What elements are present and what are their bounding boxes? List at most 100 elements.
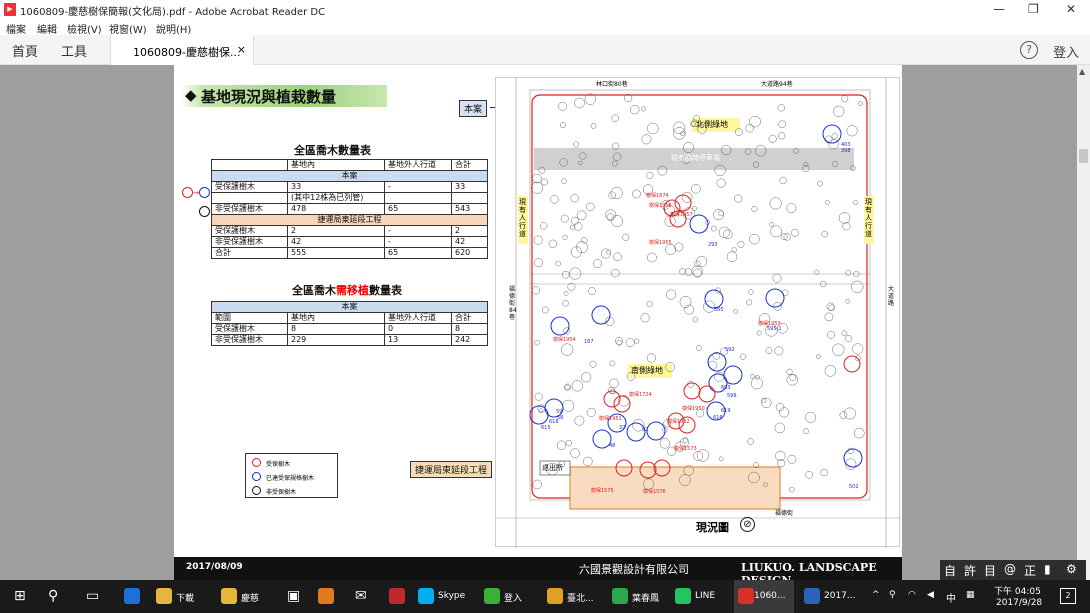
language-indicator[interactable]: 中: [946, 590, 956, 605]
table-section: 本案: [211, 301, 488, 313]
tree-symbol: [634, 338, 640, 344]
network-icon[interactable]: ⚲: [889, 590, 896, 600]
menu-view[interactable]: 檢視(V): [67, 21, 102, 36]
scroll-thumb[interactable]: [1079, 149, 1088, 163]
tree-symbol: [772, 273, 782, 283]
table-cell: 0: [384, 323, 452, 335]
protected-tree-label: 樹保1957: [670, 212, 693, 218]
ime-symbol-button[interactable]: @: [1004, 562, 1016, 576]
tree-symbol: [531, 181, 544, 194]
menu-window[interactable]: 視窗(W): [109, 21, 147, 36]
ime-settings-icon[interactable]: ⚙: [1066, 562, 1077, 576]
transplant-count-table: 本案 範圍 基地內 基地外人行道 合計 受保護樹木 8 0 8 非受保護樹木 2…: [211, 301, 488, 346]
tree-symbol: [696, 345, 702, 351]
tree-symbol: [844, 335, 853, 343]
menu-edit[interactable]: 編輯: [37, 21, 57, 36]
tree-symbol: [734, 194, 743, 203]
protected-tree-label: 樹保1954: [553, 337, 576, 343]
edge-icon: [124, 588, 140, 604]
menu-file[interactable]: 檔案: [6, 21, 26, 36]
maximize-button[interactable]: ❐: [1028, 2, 1039, 16]
minimize-button[interactable]: —: [993, 2, 1005, 16]
tree-symbol: [696, 255, 708, 267]
tree-symbol: [733, 308, 739, 314]
tree-number-label: 48: [609, 443, 616, 449]
skype-icon: [418, 588, 434, 604]
document-tab[interactable]: 1060809-慶慈樹保... ×: [110, 35, 254, 65]
tree-count-table: 基地內 基地外人行道 合計 本案 受保護樹木 33 - 33 (其中12株為已列…: [211, 159, 488, 259]
tree-symbol: [646, 300, 653, 308]
protected-tree-label: 樹保1573: [674, 446, 697, 452]
tree-symbol: [647, 252, 657, 263]
table-cell: 受保護樹木: [211, 323, 288, 335]
tree-symbol: [541, 178, 548, 186]
sidewalk-right-label: 現有人行道: [865, 198, 872, 238]
table-cell: -: [384, 225, 452, 237]
tree-symbol: [851, 280, 864, 293]
tree-symbol: [659, 438, 671, 449]
tree-symbol: [765, 347, 773, 354]
street-label: 福德街: [775, 510, 794, 517]
table-cell: 2: [451, 225, 488, 237]
legend-blue-circle-icon: [252, 472, 261, 481]
tree-number-label: 603: [721, 385, 731, 391]
tree-symbol: [832, 343, 845, 356]
tree-symbol: [548, 239, 557, 248]
diamond-icon: ◆: [185, 86, 197, 104]
login-button[interactable]: 登入: [1053, 42, 1079, 61]
sidewalk-left-label: 現有人行道: [519, 198, 526, 238]
tree-symbol: [827, 330, 835, 339]
table-cell: [384, 192, 452, 204]
protected-tree-symbol: [683, 382, 701, 400]
tree-number-label: 167: [584, 339, 594, 345]
tools-tab[interactable]: 工具: [61, 41, 87, 60]
tree-symbol: [561, 178, 567, 184]
ime-layout-button[interactable]: 目: [984, 562, 996, 579]
clock-time[interactable]: 下午 04:05: [994, 584, 1041, 597]
tree-symbol: [817, 180, 823, 187]
table-cell: 8: [451, 323, 488, 335]
tree-symbol: [610, 186, 623, 200]
ime-width-button[interactable]: 正: [1024, 562, 1036, 579]
table-cell: 受保護樹木: [211, 181, 288, 193]
taskbar-app[interactable]: 1060...: [734, 580, 794, 613]
table-section: 捷運局東延段工程: [211, 214, 488, 226]
taskbar-app-label: 臺北...: [567, 594, 594, 604]
tree-symbol: [590, 123, 597, 129]
tree-symbol: [625, 338, 635, 348]
table2-title-suffix: 數量表: [369, 284, 402, 297]
tray-chevron-icon[interactable]: ^: [872, 590, 880, 600]
keyboard-icon[interactable]: ▦: [966, 590, 975, 600]
protected-tree-label: 樹保1950: [682, 406, 705, 412]
close-window-button[interactable]: ✕: [1066, 2, 1076, 16]
menu-help[interactable]: 說明(H): [156, 21, 191, 36]
menu-bar: 檔案 編輯 檢視(V) 視窗(W) 說明(H): [0, 19, 1090, 36]
ime-panel-button[interactable]: ▮: [1044, 562, 1051, 576]
ime-input-button[interactable]: 許: [964, 562, 976, 579]
protected-tree-label: 樹保1953: [758, 321, 781, 327]
tree-symbol: [593, 259, 602, 269]
qualified-tree-symbol: [707, 352, 727, 372]
table-cell: 13: [384, 334, 452, 346]
volume-icon[interactable]: ◀: [927, 590, 934, 600]
wifi-icon[interactable]: ◠: [908, 590, 916, 600]
notification-center-icon[interactable]: 2: [1060, 588, 1076, 604]
app-toolbar: 首頁 工具 1060809-慶慈樹保... × ? 登入: [0, 35, 1090, 65]
callout-case: 本案: [459, 100, 488, 117]
tree-symbol: [718, 226, 731, 238]
home-tab[interactable]: 首頁: [12, 41, 38, 60]
tree-symbol: [550, 195, 559, 204]
close-tab-icon[interactable]: ×: [237, 43, 246, 56]
vertical-scrollbar[interactable]: ▲: [1077, 65, 1090, 580]
tree-symbol: [853, 200, 859, 206]
tree-symbol: [666, 289, 677, 300]
callout-mrt: 捷運局東延段工程: [410, 461, 493, 478]
ime-mode-button[interactable]: 自: [944, 562, 956, 579]
tree-symbol: [581, 237, 588, 244]
tree-symbol: [573, 222, 583, 231]
table-cell: 非受保護樹木: [211, 236, 288, 248]
taskbar: ⊞ ⚲ ▭ 下載 慶慈 ▣ ✉ Skype 登入 臺北... 葉春鳳 LINE 1060... 2017.…: [0, 580, 1090, 613]
clock-date[interactable]: 2017/9/28: [996, 598, 1042, 608]
scroll-up-icon[interactable]: ▲: [1079, 67, 1085, 76]
help-icon[interactable]: ?: [1020, 41, 1038, 59]
